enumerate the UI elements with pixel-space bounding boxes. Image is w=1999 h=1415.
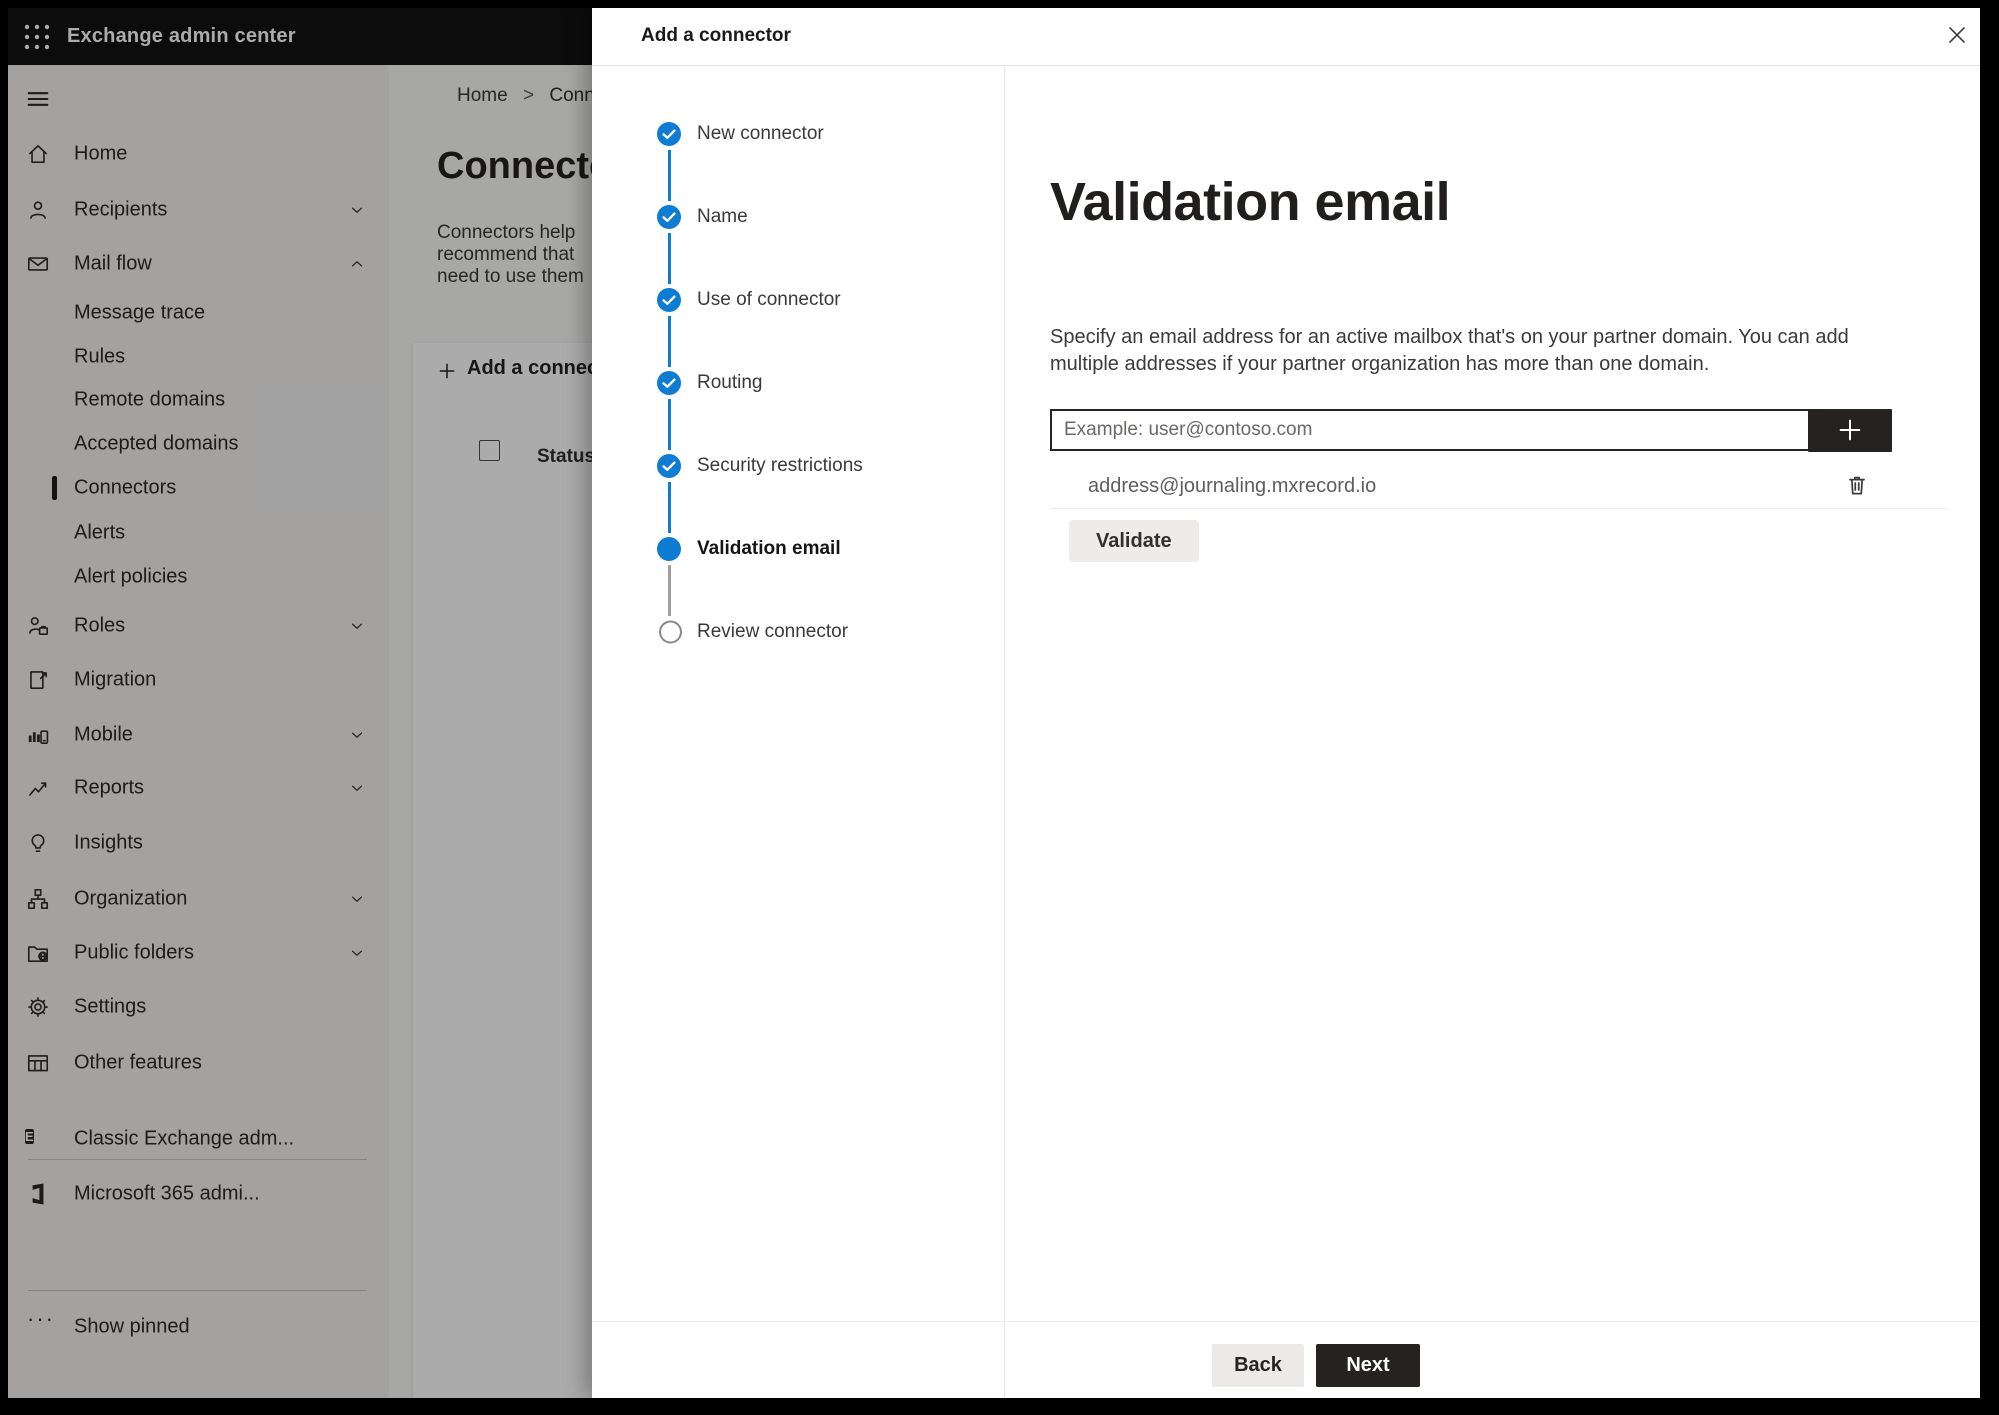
wizard-step-new-connector[interactable]: New connector <box>592 119 1004 149</box>
next-button[interactable]: Next <box>1316 1344 1420 1387</box>
step-label: Name <box>697 206 748 227</box>
step-description-line: multiple addresses if your partner organ… <box>1050 353 1710 375</box>
wizard-title: Add a connector <box>641 25 791 46</box>
wizard-content: Validation email Specify an email addres… <box>1005 66 1980 1320</box>
validate-button[interactable]: Validate <box>1069 520 1199 562</box>
step-completed-icon <box>657 371 681 395</box>
step-connector-line <box>667 150 671 201</box>
address-list-item: address@journaling.mxrecord.io <box>1050 468 1948 509</box>
add-connector-wizard: Add a connector New connector Name Use of … <box>592 8 1980 1398</box>
step-description-line: Specify an email address for an active m… <box>1050 326 1849 348</box>
step-label: Validation email <box>697 538 841 559</box>
wizard-header: Add a connector <box>592 8 1980 66</box>
step-label: New connector <box>697 123 824 144</box>
step-completed-icon <box>657 454 681 478</box>
back-button[interactable]: Back <box>1212 1344 1304 1387</box>
wizard-step-name[interactable]: Name <box>592 202 1004 232</box>
trash-icon[interactable] <box>1843 472 1871 500</box>
add-email-button[interactable] <box>1808 409 1892 452</box>
check-icon <box>659 373 679 393</box>
step-label: Review connector <box>697 621 849 642</box>
step-label: Security restrictions <box>697 455 863 476</box>
wizard-step-review-connector[interactable]: Review connector <box>592 617 1004 647</box>
step-connector-line <box>667 565 671 616</box>
check-icon <box>659 456 679 476</box>
wizard-step-routing[interactable]: Routing <box>592 368 1004 398</box>
address-email: address@journaling.mxrecord.io <box>1088 475 1377 497</box>
step-connector-line <box>667 399 671 450</box>
footer-divider <box>592 1321 1980 1322</box>
step-current-icon <box>657 537 681 561</box>
wizard-step-validation-email[interactable]: Validation email <box>592 534 1004 564</box>
wizard-step-security-restrictions[interactable]: Security restrictions <box>592 451 1004 481</box>
app-window: Exchange admin center Home Recipients Mail… <box>8 8 1980 1398</box>
close-icon[interactable] <box>1944 22 1972 50</box>
validation-email-input[interactable] <box>1050 409 1830 451</box>
step-upcoming-icon <box>659 620 682 644</box>
step-completed-icon <box>657 205 681 229</box>
wizard-step-use-of-connector[interactable]: Use of connector <box>592 285 1004 315</box>
plus-icon <box>1839 419 1861 441</box>
step-connector-line <box>667 233 671 284</box>
step-connector-line <box>667 316 671 367</box>
check-icon <box>659 290 679 310</box>
step-connector-line <box>667 482 671 533</box>
step-label: Use of connector <box>697 289 841 310</box>
step-label: Routing <box>697 372 763 393</box>
check-icon <box>659 124 679 144</box>
step-completed-icon <box>657 288 681 312</box>
step-completed-icon <box>657 122 681 146</box>
wizard-steps-rail: New connector Name Use of connector Routing… <box>592 66 1005 1398</box>
check-icon <box>659 207 679 227</box>
step-heading: Validation email <box>1050 172 1451 232</box>
